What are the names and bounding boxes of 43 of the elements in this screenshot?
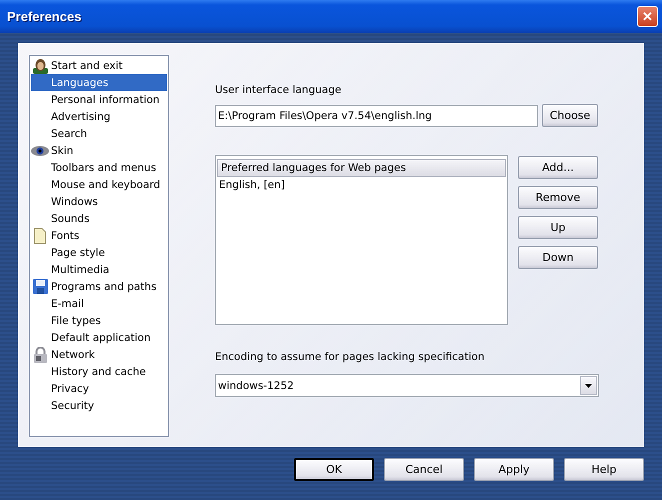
dropdown-arrow-icon xyxy=(585,384,592,388)
encoding-dropdown[interactable]: windows-1252 xyxy=(215,374,599,397)
category-item[interactable]: Personal information xyxy=(31,91,167,108)
language-file-field[interactable]: E:\Program Files\Opera v7.54\english.lng xyxy=(215,104,538,126)
category-item[interactable]: Multimedia xyxy=(31,261,167,278)
person-icon xyxy=(32,58,48,74)
category-item[interactable]: Programs and paths xyxy=(31,278,167,295)
padlock-icon xyxy=(32,346,48,362)
choose-button[interactable]: Choose xyxy=(542,104,598,127)
list-item[interactable]: English, [en] xyxy=(217,177,506,193)
field-label: User interface language xyxy=(215,84,342,96)
field-label: Encoding to assume for pages lacking specification xyxy=(215,351,486,363)
dialog-button[interactable]: Help xyxy=(564,458,644,481)
category-item[interactable]: Start and exit xyxy=(31,57,167,74)
category-item[interactable]: Advertising xyxy=(31,108,167,125)
dialog-button[interactable]: Apply xyxy=(474,458,554,481)
list-action-button[interactable]: Down xyxy=(518,246,598,269)
column-header: Preferred languages for Web pages xyxy=(217,159,506,177)
close-button[interactable]: ✕ xyxy=(637,6,658,27)
category-item[interactable]: Windows xyxy=(31,193,167,210)
category-item[interactable]: Search xyxy=(31,125,167,142)
category-item[interactable]: Network xyxy=(31,346,167,363)
category-item[interactable]: E-mail xyxy=(31,295,167,312)
eye-icon xyxy=(31,146,49,156)
category-item[interactable]: Sounds xyxy=(31,210,167,227)
category-item[interactable]: Page style xyxy=(31,244,167,261)
dialog-button[interactable]: OK xyxy=(294,458,374,481)
list-action-button[interactable]: Up xyxy=(518,216,598,239)
category-item[interactable]: Default application xyxy=(31,329,167,346)
category-item[interactable]: Privacy xyxy=(31,380,167,397)
list-action-button[interactable]: Remove xyxy=(518,186,598,209)
category-item[interactable]: Fonts xyxy=(31,227,167,244)
window-title: Preferences xyxy=(7,9,82,24)
dialog-button[interactable]: Cancel xyxy=(384,458,464,481)
page-icon xyxy=(34,228,46,244)
category-item[interactable]: Toolbars and menus xyxy=(31,159,167,176)
category-item[interactable]: Security xyxy=(31,397,167,414)
category-item[interactable]: File types xyxy=(31,312,167,329)
category-item[interactable]: Mouse and keyboard xyxy=(31,176,167,193)
list-action-button[interactable]: Add... xyxy=(518,156,598,179)
category-item[interactable]: History and cache xyxy=(31,363,167,380)
category-item[interactable]: Languages xyxy=(31,74,167,91)
category-item[interactable]: Skin xyxy=(31,142,167,159)
